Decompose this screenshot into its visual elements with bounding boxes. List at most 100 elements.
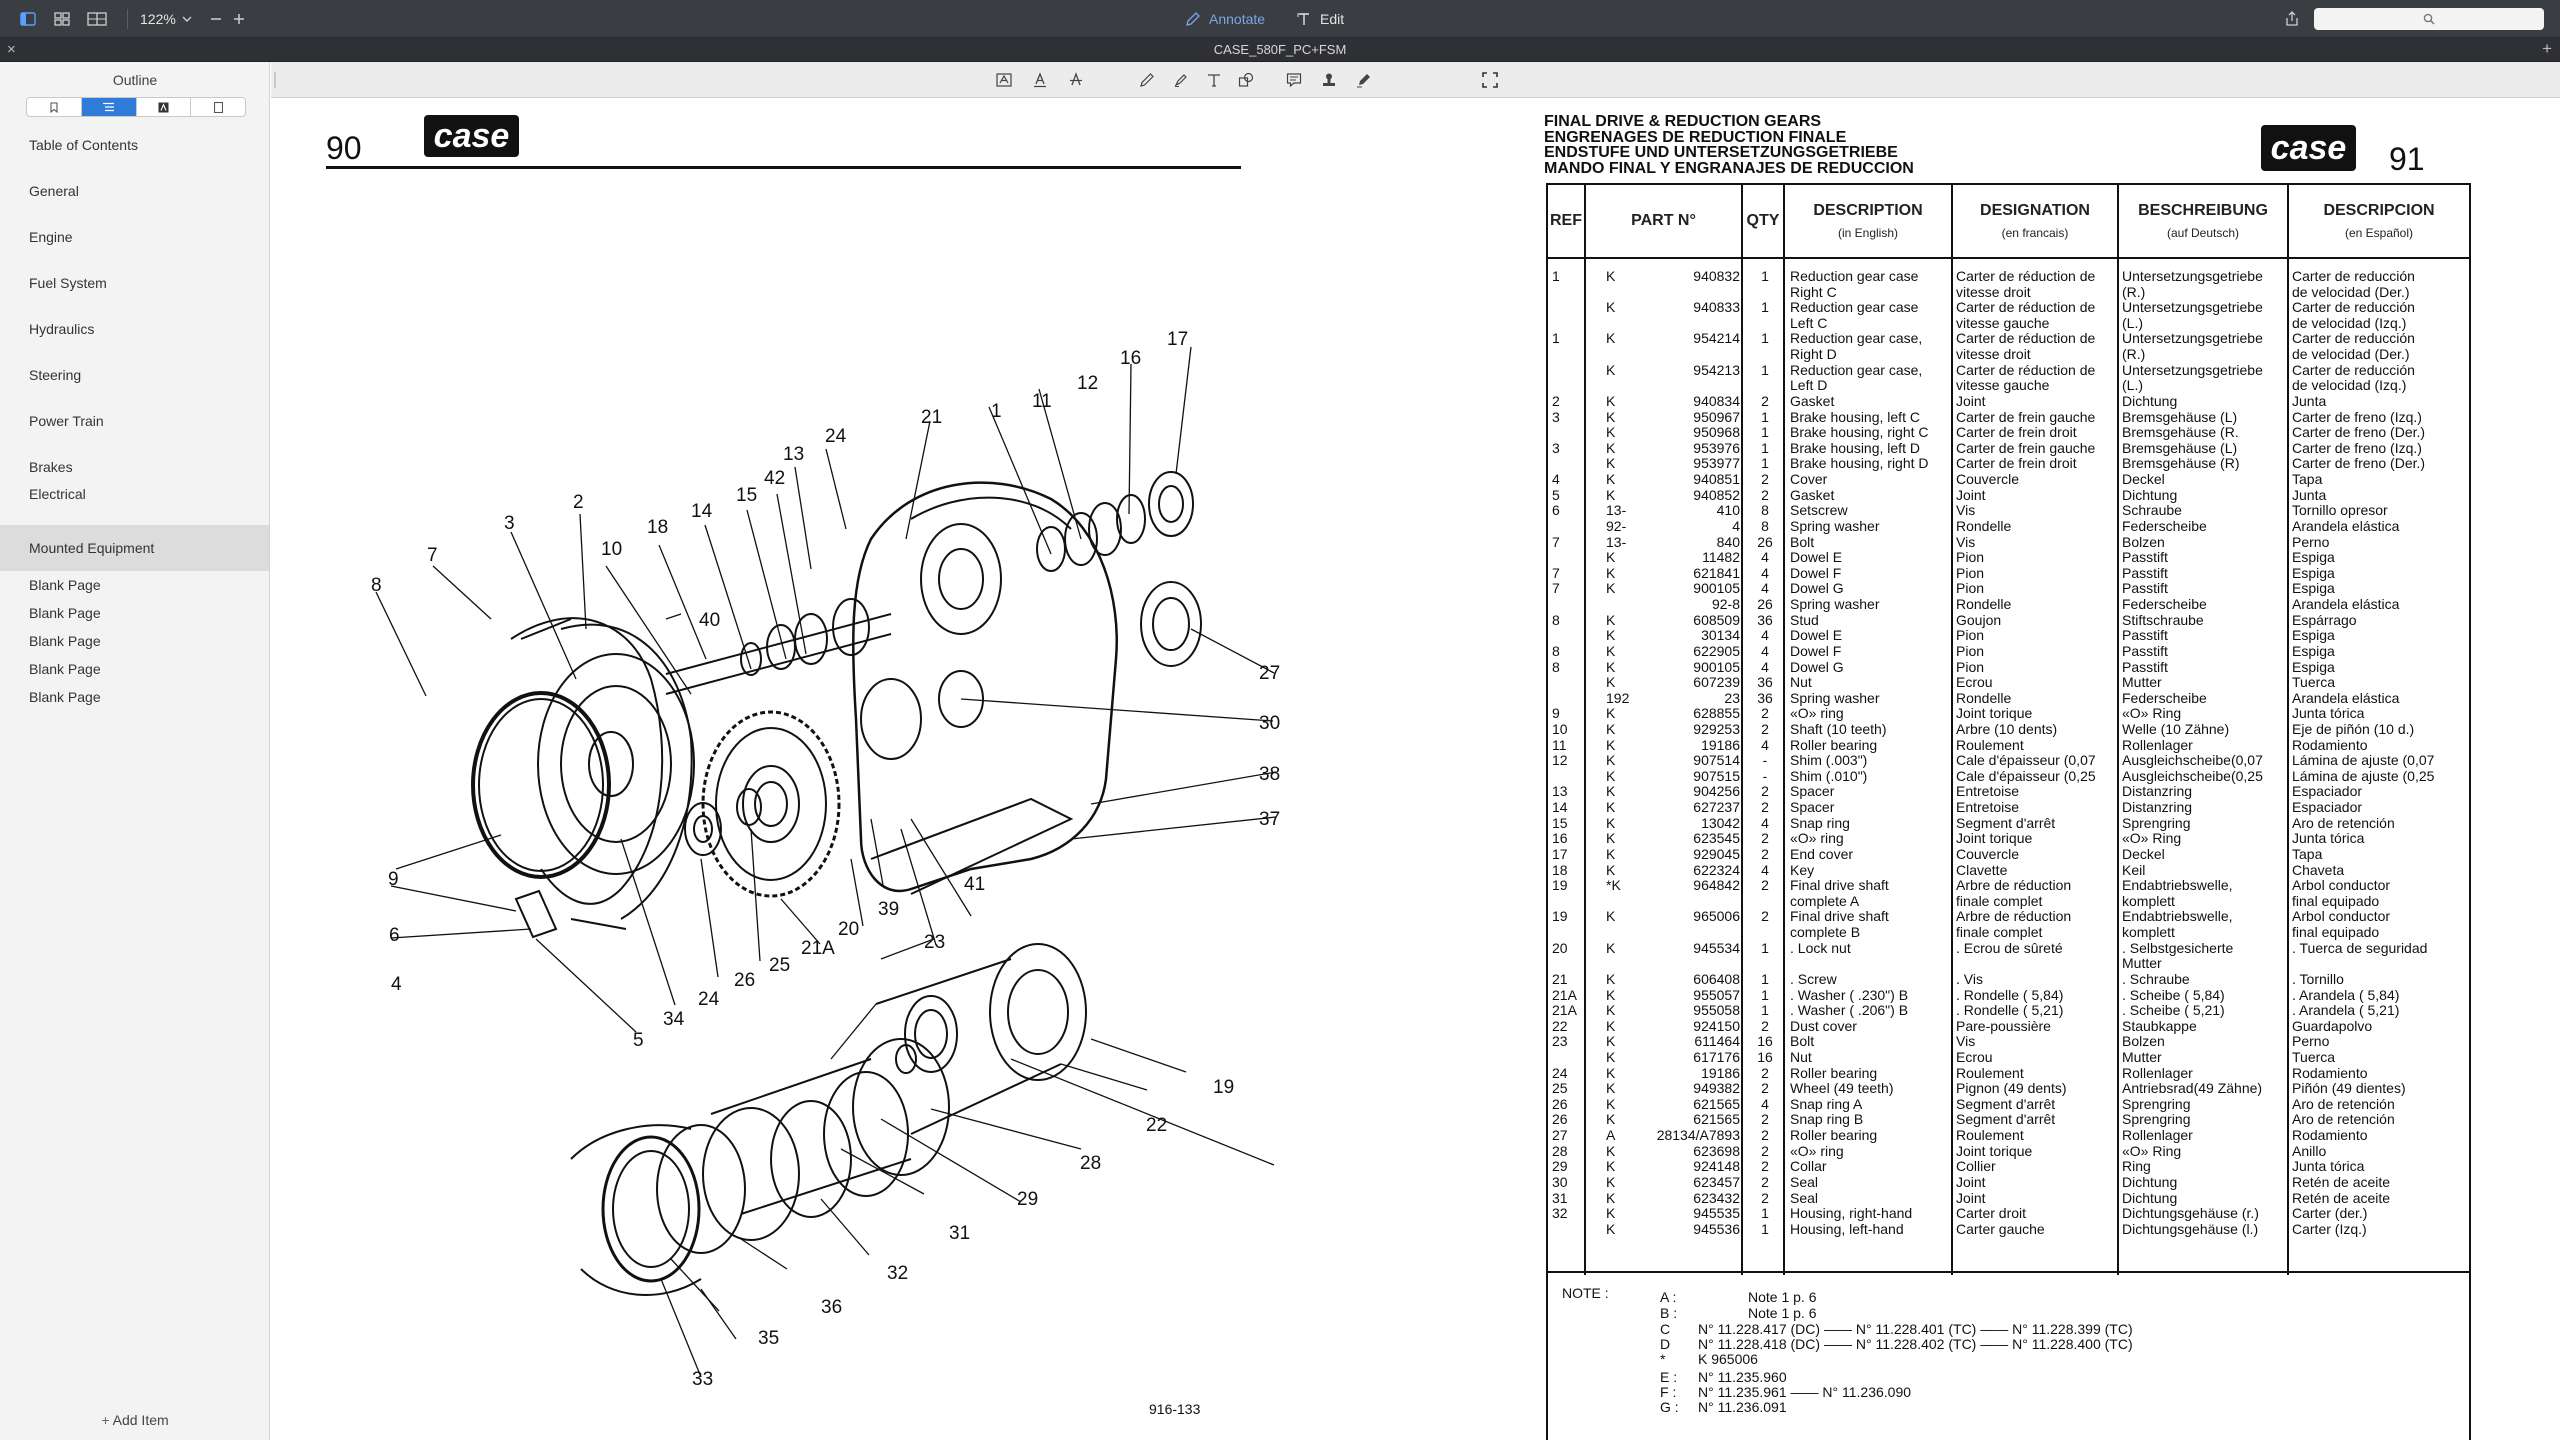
cell-qty: 1 [1761,1206,1769,1222]
cell-k: K [1606,269,1616,284]
comment-icon[interactable] [1284,70,1304,90]
outline-item-fuel-system[interactable]: Fuel System [0,269,269,297]
cell-fr: Cale d'épaisseur (0,07 [1956,753,2096,769]
cell-ref: 15 [1552,815,1568,831]
cell-qty: 1 [1761,440,1769,456]
cell-k: K [1606,362,1616,378]
cell-es: final equipado [2292,925,2380,941]
text-tool-icon[interactable] [1204,70,1224,90]
signature-pen-icon[interactable] [1354,70,1374,90]
search-input[interactable] [2314,8,2544,30]
outline-item-power-train[interactable]: Power Train [0,407,269,435]
note-key: A : [1660,1289,1677,1305]
cell-qty: 1 [1761,269,1769,284]
cell-de: Rollenlager [2122,737,2193,753]
stamp-icon[interactable] [1319,70,1339,90]
cell-es: Espaciador [2292,784,2363,800]
table-row: 8 K 900105 4 Dowel G Pion Passtift Espiga [1548,660,2469,676]
table-row: 27 A 28134/A7893 2 Roller bearing Roulement Ro… [1548,1128,2469,1144]
svg-text:40: 40 [699,610,720,631]
cell-de: Bolzen [2122,1034,2165,1050]
page-icon[interactable] [191,98,245,116]
document-title: CASE_580F_PC+FSM [1213,42,1347,57]
cell-en: Final drive shaft [1790,909,1889,925]
highlighter-icon[interactable] [1171,70,1191,90]
cell-fr: Roulement [1956,737,2024,753]
resize-handle[interactable] [274,72,276,88]
text-box-icon[interactable] [994,70,1014,90]
cell-ref: 24 [1552,1065,1568,1081]
table-row: 3 K 950967 1 Brake housing, left C Carter de … [1548,410,2469,426]
outline-list-icon[interactable] [81,98,137,116]
col-desc-en-label: DESCRIPTION [1813,202,1923,219]
table-row: 25 K 949382 2 Wheel (49 teeth) Pignon (49 den… [1548,1081,2469,1097]
cell-es: . Tornillo [2292,971,2344,987]
cell-fr: Pion [1956,550,1985,566]
shapes-icon[interactable] [1236,70,1256,90]
pencil-icon[interactable] [1137,70,1157,90]
edit-button[interactable]: Edit [1296,9,1344,29]
outline-item-general[interactable]: General [0,177,269,205]
cell-qty: 1 [1761,987,1769,1003]
add-item-button[interactable]: + Add Item [0,1412,270,1428]
outline-item-hydraulics[interactable]: Hydraulics [0,315,269,343]
zoom-select[interactable]: 122% [140,9,192,29]
table-row: 23 K 611464 16 Bolt Vis Bolzen Perno [1548,1034,2469,1050]
outline-item-brakes[interactable]: Brakes [0,453,269,481]
cell-k: K [1606,393,1616,409]
cell-es: Perno [2292,1034,2330,1050]
cell-qty: 2 [1761,1065,1769,1081]
zoom-in-icon[interactable] [228,8,250,30]
cell-en: Reduction gear case [1790,300,1919,316]
cell-k: *K [1606,878,1621,894]
table-row: K 940833 1 Reduction gear case Carter de réd… [1548,300,2469,316]
zoom-out-icon[interactable] [205,8,227,30]
table-row: 7 13- 840 26 Bolt Vis Bolzen Perno [1548,535,2469,551]
share-icon[interactable] [2281,8,2303,30]
bookmark-icon[interactable] [27,98,82,116]
cell-qty: 1 [1761,300,1769,316]
outline-item-table-of-contents[interactable]: Table of Contents [0,131,269,159]
table-row: 9 K 628855 2 «O» ring Joint torique «O» Ring Ju… [1548,706,2469,722]
outline-item-blank-page[interactable]: Blank Page [0,599,269,627]
outline-item-mounted-equipment[interactable]: Mounted Equipment [0,525,269,571]
outline-item-blank-page[interactable]: Blank Page [0,683,269,711]
cell-de: «O» Ring [2122,831,2182,847]
table-row: 31 K 623432 2 Seal Joint Dichtung Retén de acei… [1548,1191,2469,1207]
grid-view-icon[interactable] [51,8,73,30]
svg-text:37: 37 [1259,809,1280,830]
table-row: 21A K 955058 1 . Washer ( .206") B . Rondelle… [1548,1003,2469,1019]
cell-k: 13- [1606,503,1627,519]
outline-item-blank-page[interactable]: Blank Page [0,571,269,599]
cell-k: K [1606,784,1616,800]
cell-es: Carter de freno (Izq.) [2292,440,2422,456]
table-row: 15 K 13042 4 Snap ring Segment d'arrêt Sprengr… [1548,816,2469,832]
outline-item-electrical[interactable]: Electrical [0,480,269,508]
crop-icon[interactable] [1480,70,1500,90]
outline-item-steering[interactable]: Steering [0,361,269,389]
cell-de: Bremsgehäuse (L) [2122,440,2238,456]
annotate-button[interactable]: Annotate [1185,9,1265,29]
outline-item-blank-page[interactable]: Blank Page [0,655,269,683]
underline-text-icon[interactable] [1030,70,1050,90]
cell-fr: Carter droit [1956,1206,2027,1222]
outline-item-engine[interactable]: Engine [0,223,269,251]
cell-de: Passtift [2122,659,2168,675]
page-layout-icon[interactable] [86,8,108,30]
sidebar-toggle-icon[interactable] [17,8,39,30]
strikethrough-icon[interactable] [1066,70,1086,90]
svg-text:28: 28 [1080,1153,1101,1174]
cell-ref: 22 [1552,1018,1568,1034]
svg-text:33: 33 [692,1369,713,1390]
new-tab-icon[interactable]: + [2542,39,2552,59]
svg-text:36: 36 [821,1297,842,1318]
cell-qty: 2 [1761,1159,1769,1175]
document-view[interactable]: 90 case 8 7 3 2 10 18 14 15 42 13 24 21 … [271,99,2560,1440]
table-row: 5 K 940852 2 Gasket Joint Dichtung Junta [1548,488,2469,504]
cell-fr: Pignon (49 dents) [1956,1081,2067,1097]
cell-fr: Entretoise [1956,800,2020,816]
outline-item-blank-page[interactable]: Blank Page [0,627,269,655]
annotations-icon[interactable] [137,98,192,116]
cell-fr: Vis [1956,503,1976,519]
cell-part: 949382 [1693,1081,1740,1097]
